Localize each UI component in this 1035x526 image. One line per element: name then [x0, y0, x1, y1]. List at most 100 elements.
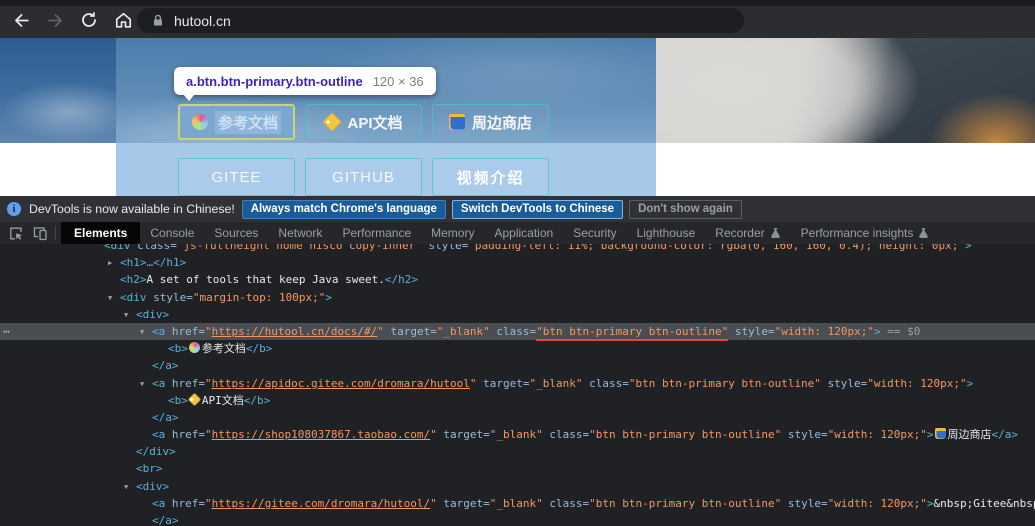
expand-arrow-right-icon[interactable]: ▶ — [108, 255, 112, 272]
tab-label: Memory — [431, 226, 475, 240]
expand-arrow-down-icon[interactable]: ▼ — [124, 479, 128, 496]
tab-console[interactable]: Console — [140, 222, 204, 244]
device-toolbar-icon[interactable] — [28, 223, 52, 243]
tab-label: Security — [573, 226, 617, 240]
expand-arrow-down-icon[interactable]: ▼ — [140, 376, 144, 393]
always-match-language-button[interactable]: Always match Chrome's language — [241, 199, 446, 219]
home-icon[interactable] — [110, 7, 136, 33]
expand-arrow-down-icon[interactable]: ▼ — [124, 307, 128, 324]
experiment-flask-icon — [770, 227, 781, 239]
dom-tree-node[interactable]: ▼ <div> — [0, 478, 1035, 495]
lollipop-icon — [191, 114, 208, 130]
dom-tree-node[interactable]: <a href="https://shop108037867.taobao.co… — [0, 426, 1035, 443]
video-intro-button[interactable]: 视频介绍 — [432, 158, 549, 196]
forward-icon[interactable] — [42, 7, 68, 33]
tag-icon — [187, 392, 201, 406]
tab-security[interactable]: Security — [563, 222, 626, 244]
tab-label: Performance — [342, 226, 412, 240]
code-token: </a> — [152, 359, 179, 373]
code-token: "btn btn-primary btn-outline" — [589, 496, 782, 510]
code-token: style= — [827, 376, 868, 390]
tab-network[interactable]: Network — [268, 222, 332, 244]
back-icon[interactable] — [8, 7, 34, 33]
shop-button-label: 周边商店 — [471, 114, 532, 132]
dom-tree-node[interactable]: ▶ <h1>…</h1> — [0, 254, 1035, 271]
code-token: https://hutool.cn/docs/#/ — [211, 324, 378, 338]
code-token: " — [205, 376, 212, 390]
code-token: <div> — [136, 307, 170, 321]
expand-arrow-down-icon[interactable]: ▼ — [108, 290, 112, 307]
dom-tree-node[interactable]: </a> — [0, 409, 1035, 426]
dom-tree-node[interactable]: <br> — [0, 460, 1035, 477]
code-token: style= — [734, 324, 775, 338]
code-token: == $0 — [880, 324, 921, 338]
tab-performance[interactable]: Performance — [332, 222, 421, 244]
dom-tree-node[interactable]: <b> 参考文档</b> — [0, 340, 1035, 357]
dom-tree-node[interactable]: <h2>A set of tools that keep Java sweet.… — [0, 271, 1035, 288]
tab-performance-insights[interactable]: Performance insights — [791, 222, 940, 244]
code-token: style= — [787, 428, 828, 442]
tab-sources[interactable]: Sources — [204, 222, 268, 244]
dom-tree-node[interactable]: ▼ <div> — [0, 306, 1035, 323]
code-token: " — [377, 324, 384, 338]
switch-devtools-chinese-button[interactable]: Switch DevTools to Chinese — [451, 199, 624, 219]
code-token: <div> — [136, 479, 170, 493]
tab-recorder[interactable]: Recorder — [705, 222, 790, 244]
code-token: "btn btn-primary btn-outline" — [589, 428, 782, 442]
dom-tree-node[interactable]: <b> API文档</b> — [0, 392, 1035, 409]
github-button[interactable]: GITHUB — [305, 158, 422, 196]
code-token: </a> — [152, 514, 179, 526]
code-token: <div — [120, 290, 154, 304]
code-token: style= — [153, 290, 193, 304]
code-token: https://apidoc.gitee.com/dromara/hutool — [211, 376, 470, 390]
shopping-bag-icon — [448, 114, 465, 130]
dom-tree-node[interactable]: <a href="https://gitee.com/dromara/hutoo… — [0, 495, 1035, 512]
api-docs-button[interactable]: API文档 — [305, 104, 422, 140]
dom-tree-node-selected[interactable]: ▼ ⋯ <a href="https://hutool.cn/docs/#/" ta… — [0, 322, 1035, 341]
code-token: <h2> — [120, 273, 147, 287]
code-token: " — [205, 324, 212, 338]
code-token: target= — [483, 376, 530, 390]
dont-show-again-button[interactable]: Don't show again — [629, 199, 742, 219]
dom-tree-node[interactable]: </a> — [0, 357, 1035, 374]
code-token: <br> — [136, 462, 163, 476]
browser-toolbar: hutool.cn — [0, 0, 1035, 38]
expand-arrow-down-icon[interactable]: ▼ — [140, 324, 144, 341]
code-token: " — [205, 428, 212, 442]
dom-tree-node[interactable]: ▼ <a href="https://apidoc.gitee.com/droma… — [0, 375, 1035, 392]
address-bar[interactable]: hutool.cn — [137, 8, 744, 33]
tab-elements[interactable]: Elements — [61, 222, 141, 244]
inspect-tooltip-arrow — [183, 94, 195, 101]
tab-label: Elements — [74, 226, 128, 240]
code-token: </b> — [243, 393, 271, 407]
banner-message: DevTools is now available in Chinese! — [29, 202, 235, 216]
video-intro-button-label: 视频介绍 — [456, 169, 525, 187]
inspect-element-icon[interactable] — [4, 223, 28, 243]
tab-memory[interactable]: Memory — [421, 222, 484, 244]
code-token: target= — [390, 324, 437, 338]
dom-tree-node[interactable]: </a> — [0, 512, 1035, 526]
dom-tree-node[interactable]: ▼ <div style="margin-top: 100px;"> — [0, 289, 1035, 306]
code-token: "btn btn-primary btn-outline" — [628, 376, 821, 390]
node-options-dots-icon[interactable]: ⋯ — [3, 323, 11, 340]
code-token: href= — [171, 376, 205, 390]
code-token: </a> — [152, 410, 179, 424]
tab-label: Sources — [214, 226, 259, 240]
docs-button[interactable]: 参考文档 — [178, 104, 295, 140]
code-token: > — [325, 290, 332, 304]
reload-icon[interactable] — [76, 7, 102, 33]
gitee-button[interactable]: GITEE — [178, 158, 295, 196]
tab-application[interactable]: Application — [484, 222, 563, 244]
shop-button[interactable]: 周边商店 — [432, 104, 549, 140]
code-token: class= — [549, 496, 590, 510]
dom-tree-node[interactable]: </div> — [0, 443, 1035, 460]
tab-lighthouse[interactable]: Lighthouse — [627, 222, 706, 244]
inspect-tooltip-selector: a.btn.btn-primary.btn-outline — [186, 73, 363, 89]
lock-icon — [154, 14, 162, 26]
dom-tree-node[interactable]: <div class="js-fullheight home hisco cop… — [0, 244, 1035, 254]
code-token: <b> — [168, 393, 188, 407]
